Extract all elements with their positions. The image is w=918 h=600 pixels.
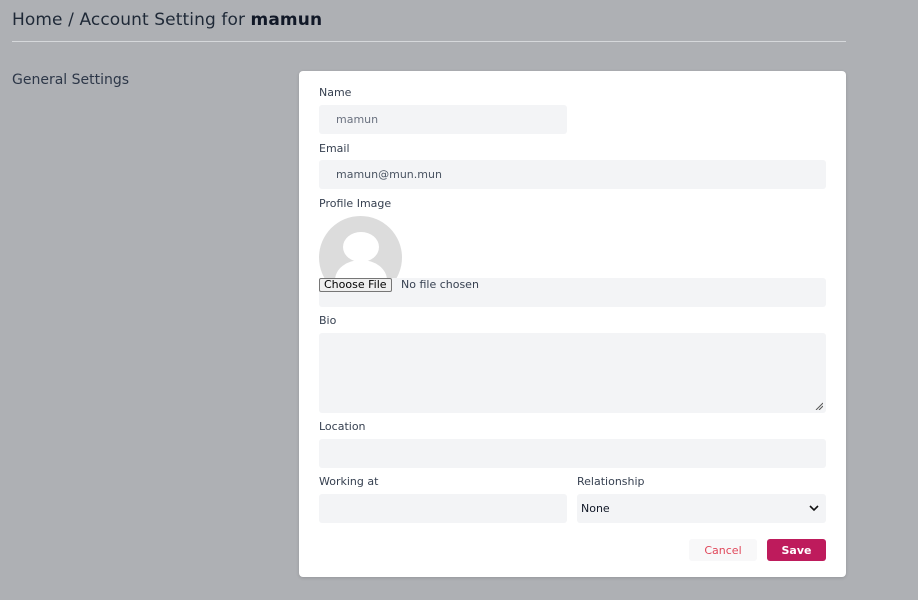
breadcrumb: Home / Account Setting for	[12, 10, 246, 30]
location-field[interactable]	[319, 439, 826, 468]
chevron-down-icon	[809, 505, 819, 512]
bio-label: Bio	[319, 314, 337, 327]
name-label: Name	[319, 86, 352, 99]
working-at-label: Working at	[319, 475, 379, 488]
avatar	[319, 216, 402, 278]
relationship-select[interactable]: None	[577, 494, 826, 523]
working-at-field[interactable]	[319, 494, 567, 523]
relationship-label: Relationship	[577, 475, 645, 488]
cancel-button[interactable]: Cancel	[689, 539, 757, 561]
file-status: No file chosen	[401, 278, 479, 291]
choose-file-button[interactable]: Choose File	[319, 278, 392, 292]
location-label: Location	[319, 420, 366, 433]
email-label: Email	[319, 142, 350, 155]
username: mamun	[250, 10, 323, 30]
resize-handle-icon[interactable]	[815, 402, 823, 410]
header-divider	[12, 41, 846, 42]
section-title: General Settings	[12, 72, 130, 88]
email-value: mamun@mun.mun	[336, 168, 442, 181]
name-value: mamun	[336, 113, 379, 126]
bio-textarea[interactable]	[319, 333, 826, 413]
save-button[interactable]: Save	[767, 539, 826, 561]
profile-image-label: Profile Image	[319, 197, 392, 210]
name-field[interactable]: mamun	[319, 105, 567, 134]
email-field[interactable]: mamun@mun.mun	[319, 160, 826, 189]
relationship-value: None	[581, 502, 610, 515]
account-settings-form: Name mamun Email mamun@mun.mun Profile I…	[299, 71, 846, 577]
avatar-placeholder-icon	[319, 216, 402, 278]
profile-image-input: Choose File No file chosen	[319, 278, 826, 307]
page-title: Home / Account Setting for mamun	[12, 10, 322, 30]
